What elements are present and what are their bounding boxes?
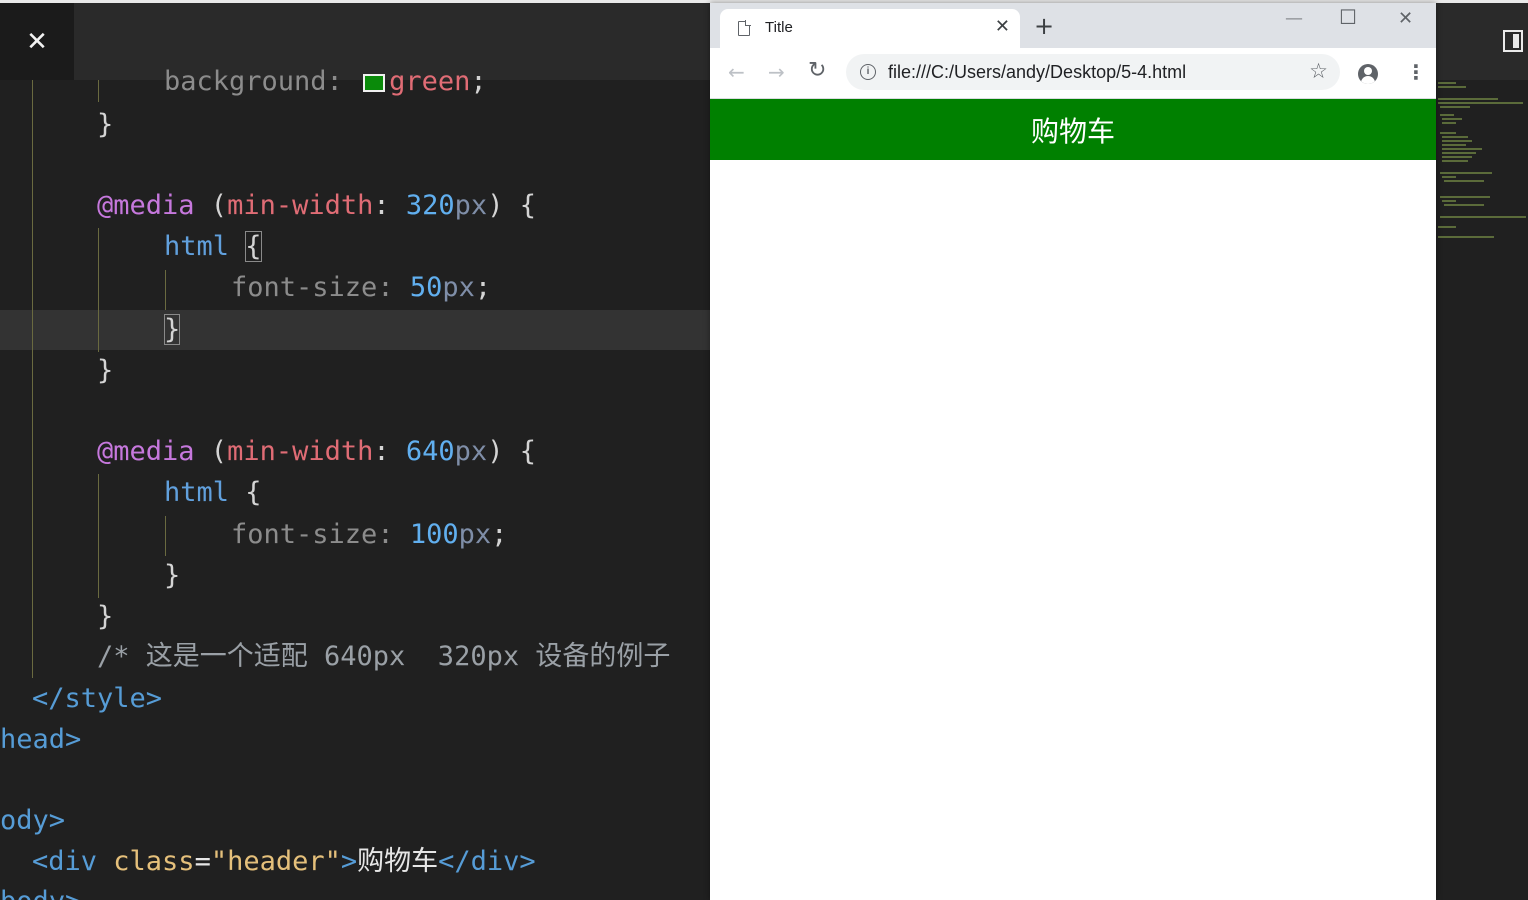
window-close-icon[interactable]: ✕ <box>1398 8 1413 29</box>
code-token: ; <box>470 66 487 97</box>
address-bar[interactable]: i file:///C:/Users/andy/Desktop/5-4.html… <box>846 54 1340 90</box>
menu-icon[interactable]: ⋮ <box>1406 58 1426 86</box>
page-icon <box>738 20 751 36</box>
browser-tab-strip: Title ✕ + — ☐ ✕ <box>710 3 1436 48</box>
indent-guide <box>98 80 99 102</box>
css-unit: px <box>442 272 475 303</box>
code-token: } <box>164 560 181 591</box>
code-comment: /* 这是一个适配 640px 320px 设备的例子 <box>97 641 671 672</box>
split-layout-icon[interactable] <box>1503 30 1523 52</box>
css-property: min-width <box>227 436 374 467</box>
code-line[interactable]: html { <box>164 227 262 267</box>
code-line[interactable]: @media (min-width: 640px) { <box>97 432 536 472</box>
html-tag: <div <box>32 846 114 877</box>
forward-icon[interactable]: → <box>768 60 785 84</box>
html-tag: ody> <box>0 805 66 836</box>
code-line[interactable]: } <box>97 351 113 391</box>
code-token: } <box>97 109 114 140</box>
indent-guide <box>165 270 166 310</box>
code-token: } <box>97 355 114 386</box>
code-line[interactable]: <div class="header">购物车</div> <box>32 842 536 882</box>
url-text[interactable]: file:///C:/Users/andy/Desktop/5-4.html <box>888 62 1186 83</box>
code-line[interactable]: </style> <box>32 679 162 719</box>
color-swatch-icon[interactable] <box>363 73 386 92</box>
code-token: : <box>373 436 406 467</box>
html-tag: </div> <box>438 846 536 877</box>
code-line[interactable]: head> <box>0 720 81 760</box>
code-token: } <box>97 601 114 632</box>
css-unit: px <box>454 190 488 221</box>
css-value: green <box>389 66 471 97</box>
css-unit: px <box>454 436 488 467</box>
css-selector: html <box>164 231 230 262</box>
tab-label: Title <box>765 19 793 36</box>
css-number: 640 <box>405 436 455 467</box>
code-line[interactable]: } <box>164 310 181 350</box>
close-icon[interactable]: ✕ <box>0 3 74 80</box>
minimap[interactable] <box>1436 80 1528 280</box>
css-property: font-size <box>231 272 378 303</box>
css-property: font-size <box>231 519 378 550</box>
page-viewport: 购物车 <box>710 99 1436 900</box>
current-line-highlight <box>0 310 710 350</box>
info-icon[interactable]: i <box>860 64 876 80</box>
code-line[interactable]: html { <box>164 473 262 513</box>
code-token: ( <box>194 190 228 221</box>
reload-icon[interactable]: ↻ <box>808 58 826 83</box>
bookmark-star-icon[interactable]: ☆ <box>1309 59 1328 83</box>
code-line[interactable]: /* 这是一个适配 640px 320px 设备的例子 <box>97 637 670 677</box>
matched-brace: } <box>164 314 181 345</box>
code-line[interactable]: } <box>97 597 113 637</box>
css-property: background: <box>164 66 343 97</box>
html-tag: > <box>340 846 358 877</box>
indent-guide <box>32 80 33 678</box>
html-tag: body> <box>0 886 81 900</box>
code-line[interactable]: @media (min-width: 320px) { <box>97 186 536 226</box>
html-tag: head> <box>0 724 82 755</box>
html-attribute-value: "header" <box>210 846 341 877</box>
back-icon[interactable]: ← <box>728 60 745 84</box>
browser-toolbar: ← → ↻ i file:///C:/Users/andy/Desktop/5-… <box>710 48 1436 99</box>
html-tag: </style> <box>32 683 163 714</box>
code-line[interactable]: } <box>164 556 180 596</box>
code-line[interactable]: ody> <box>0 801 65 841</box>
minimize-icon[interactable]: — <box>1285 8 1303 29</box>
browser-window: Title ✕ + — ☐ ✕ ← → ↻ i file:///C:/Users… <box>710 3 1436 900</box>
code-line[interactable]: } <box>97 105 113 145</box>
code-token: : <box>377 272 410 303</box>
code-token: : <box>373 190 406 221</box>
page-header: 购物车 <box>710 99 1436 160</box>
code-line[interactable]: background: green; <box>164 62 487 102</box>
matched-brace: { <box>245 231 262 262</box>
tab-close-icon[interactable]: ✕ <box>995 16 1010 37</box>
indent-guide <box>98 228 99 352</box>
css-selector: html <box>164 477 230 508</box>
code-token: { <box>229 477 262 508</box>
code-token: ; <box>474 272 492 303</box>
css-number: 320 <box>405 190 455 221</box>
css-at-rule: @media <box>97 190 195 221</box>
new-tab-button[interactable]: + <box>1034 14 1054 38</box>
css-at-rule: @media <box>97 436 195 467</box>
css-unit: px <box>458 519 492 550</box>
indent-guide <box>98 474 99 598</box>
code-line[interactable]: body> <box>0 882 81 900</box>
code-line[interactable]: font-size: 50px; <box>231 268 491 308</box>
tab-title[interactable]: Title ✕ <box>720 9 1020 48</box>
maximize-icon[interactable]: ☐ <box>1339 5 1357 29</box>
code-line[interactable]: font-size: 100px; <box>231 515 507 555</box>
code-token: ( <box>194 436 228 467</box>
html-attribute: class <box>113 846 195 877</box>
profile-icon[interactable] <box>1358 64 1378 84</box>
html-text: 购物车 <box>357 846 439 877</box>
css-number: 100 <box>409 519 459 550</box>
code-token: ) { <box>487 436 536 467</box>
css-property: min-width <box>227 190 374 221</box>
code-token: ) { <box>487 190 536 221</box>
code-token: = <box>194 846 211 877</box>
indent-guide <box>165 516 166 556</box>
css-number: 50 <box>409 272 443 303</box>
code-token: ; <box>491 519 508 550</box>
code-token: : <box>377 519 410 550</box>
